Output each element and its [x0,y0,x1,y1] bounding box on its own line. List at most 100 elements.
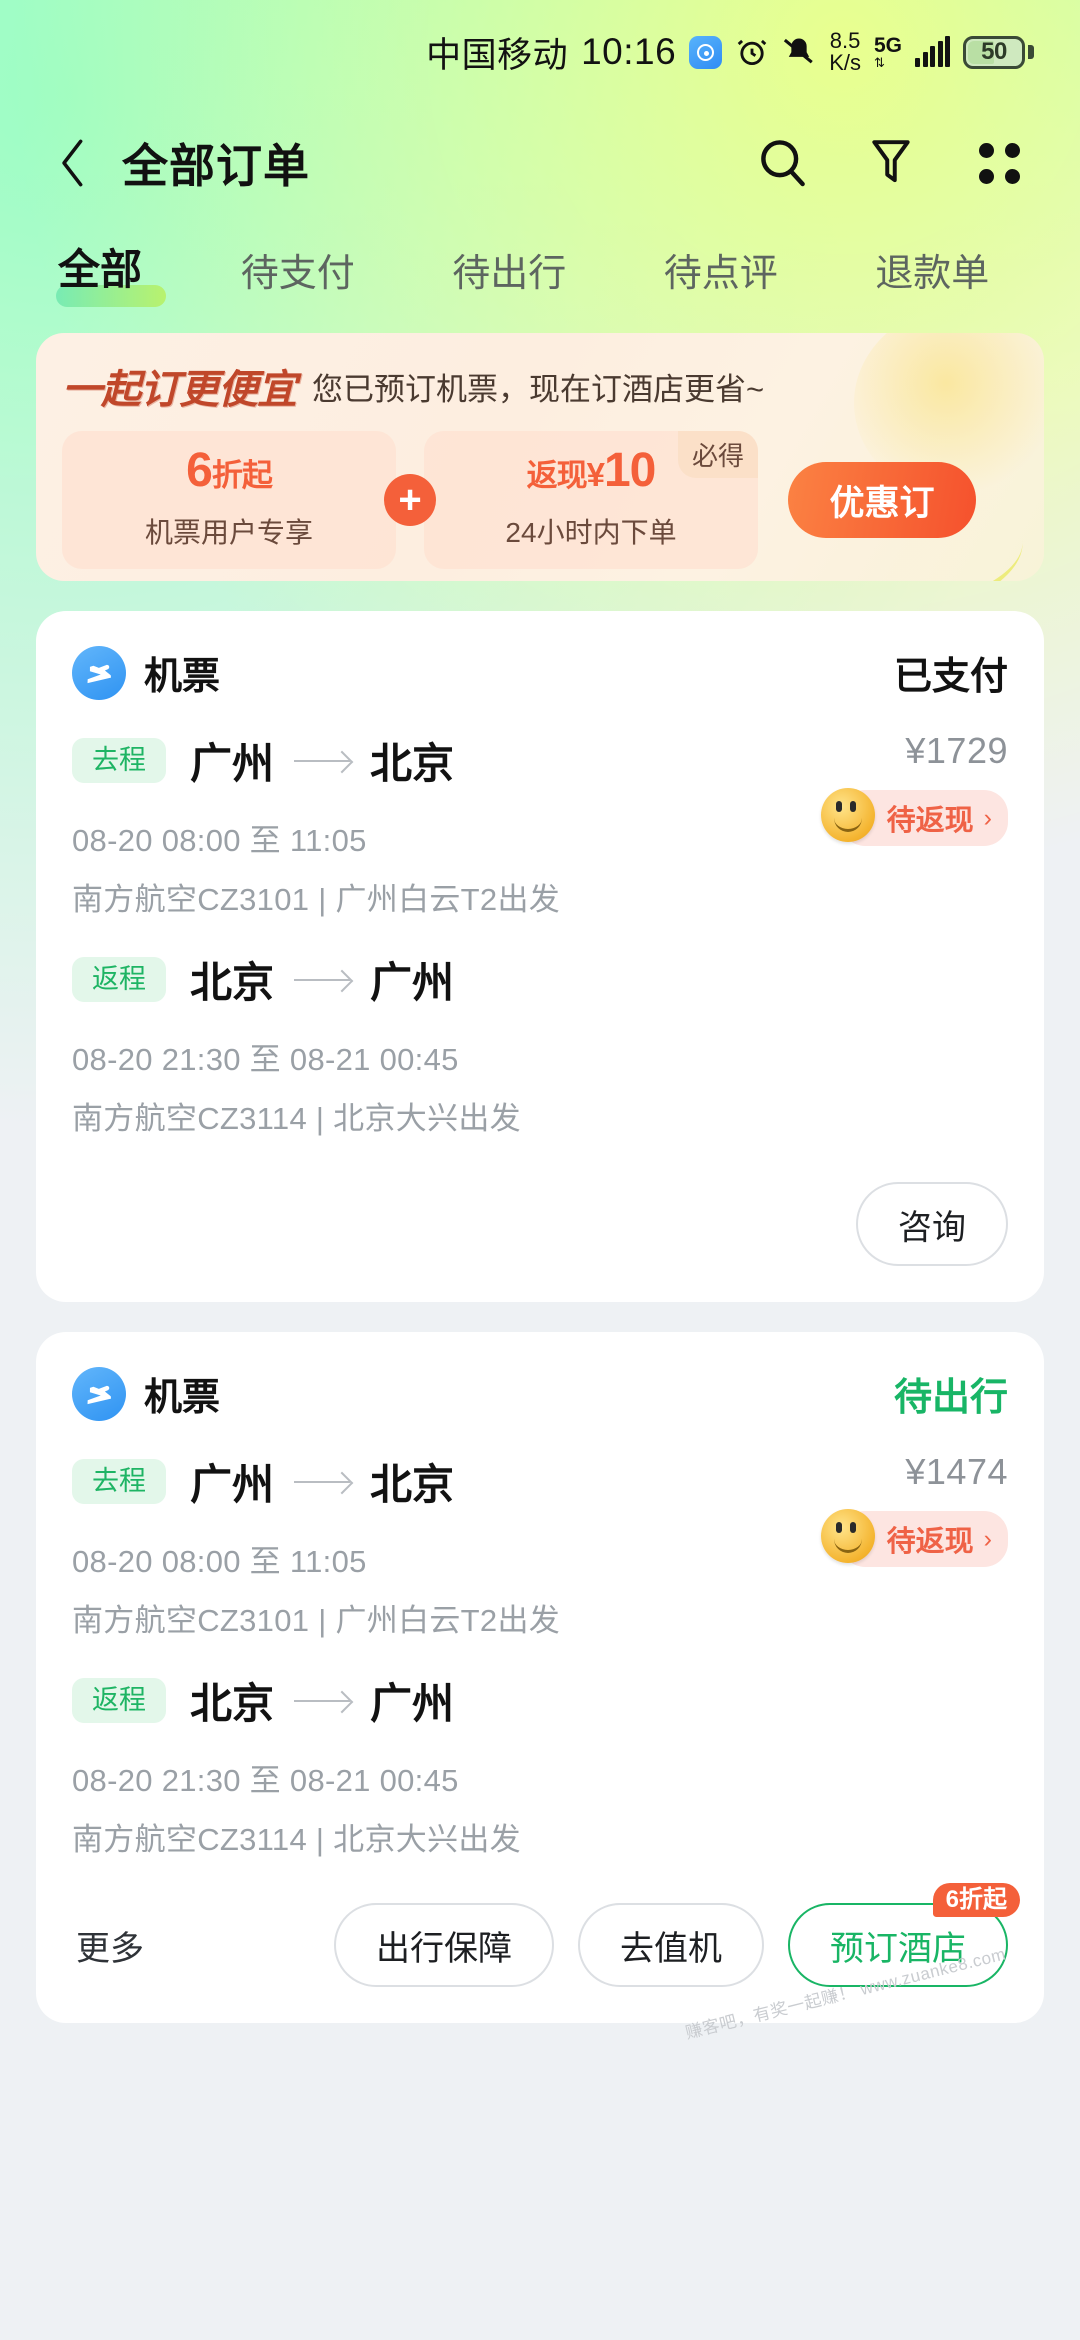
back-button[interactable] [44,133,104,193]
segment-from: 北京 [190,1680,275,1727]
segment-tag: 去程 [72,1459,166,1504]
order-price: ¥1474 [905,1451,1008,1492]
arrow-right-icon [294,1699,351,1702]
chevron-left-icon [62,139,83,187]
promo-banner[interactable]: 一起订更便宜 您已预订机票，现在订酒店更省~ 6折起 机票用户专享 + 必得 返… [36,333,1044,581]
order-actions: 更多 出行保障 去值机 6折起 预订酒店 [72,1883,1020,1987]
alarm-icon [737,39,767,66]
tab-refunds[interactable]: 退款单 [827,242,1039,319]
coin-icon [820,1509,875,1563]
promo-must-get-badge: 必得 [677,431,758,478]
flight-segment: 返程 北京 广州 08-20 21:30 至 08-21 00:45 南方航空C… [72,1670,1008,1859]
carrier-label: 中国移动 [426,35,569,75]
status-bar: 中国移动 10:16 8.5 K/s 5G ⇅ 50 [0,0,1080,104]
coin-icon [820,788,875,842]
segment-time: 08-20 21:30 至 08-21 00:45 [72,1763,459,1798]
tab-upcoming[interactable]: 待出行 [404,242,616,319]
promo-offer-discount: 6折起 机票用户专享 [62,431,396,569]
flight-segment: ¥1729 待返现 › 去程 广州 北京 08-20 08:00 至 11:05… [72,730,1008,919]
order-type-label: 机票 [144,1377,221,1419]
flight-segment: ¥1474 待返现 › 去程 广州 北京 08-20 08:00 至 11:05… [72,1451,1008,1640]
filter-button[interactable] [860,132,922,194]
arrow-right-icon [294,978,351,981]
segment-to: 北京 [370,740,455,787]
network-type-label: 5G [873,34,902,57]
battery-level: 50 [981,38,1007,65]
tab-bar: 全部 待支付 待出行 待点评 退款单 [0,222,1080,319]
tab-to-review[interactable]: 待点评 [615,242,827,319]
mute-bell-icon [784,38,813,64]
nav-bar: 全部订单 [0,104,1080,222]
filter-funnel-icon [872,140,910,183]
tab-label: 退款单 [875,253,990,295]
order-card[interactable]: 机票 已支付 ¥1729 待返现 › 去程 广州 北京 08-20 08:00 … [36,611,1044,1302]
promo-plus-icon: + [384,474,436,526]
promo-cta-button[interactable]: 优惠订 [788,462,976,538]
tab-label: 待出行 [452,253,567,295]
segment-route-row: 返程 北京 广州 [72,1670,1008,1731]
segment-from: 广州 [190,740,275,787]
grid-dots-icon [978,142,1020,184]
consult-button[interactable]: 咨询 [856,1182,1008,1266]
segment-to: 广州 [370,959,455,1006]
cashback-badge[interactable]: 待返现 › [820,1509,1008,1567]
discount-badge: 6折起 [932,1883,1020,1917]
segment-time: 08-20 21:30 至 08-21 00:45 [72,1042,459,1077]
segment-route-row: 返程 北京 广州 [72,949,1008,1010]
tab-label: 待支付 [240,253,355,295]
segment-info: 南方航空CZ3114 | 北京大兴出发 [72,1101,521,1136]
segment-from: 北京 [190,959,275,1006]
check-in-button[interactable]: 去值机 [578,1903,764,1987]
airplane-icon [72,645,126,700]
tab-label: 待点评 [663,253,778,295]
network-speed: 8.5 K/s [829,30,861,74]
segment-route: 广州 北京 [190,1451,454,1512]
chevron-right-icon: › [983,1524,992,1553]
promo-kicker: 一起订更便宜 [62,368,297,412]
order-actions: 咨询 [72,1182,1008,1266]
segment-to: 广州 [370,1680,455,1727]
search-icon [761,140,805,187]
promo-subtitle: 您已预订机票，现在订酒店更省~ [312,371,765,407]
promo-offer-cashback: 必得 返现¥10 24小时内下单 [424,431,758,569]
segment-route: 北京 广州 [190,949,454,1010]
app-badge-icon [689,35,723,69]
tab-label: 全部 [58,246,143,293]
order-type-label: 机票 [144,656,221,698]
signal-bars-icon [915,36,950,67]
clock-label: 10:16 [581,31,677,72]
flight-segment: 返程 北京 广州 08-20 21:30 至 08-21 00:45 南方航空C… [72,949,1008,1138]
promo-header: 一起订更便宜 您已预订机票，现在订酒店更省~ [36,333,1044,415]
order-card-header: 机票 已支付 [72,645,1008,700]
tab-all[interactable]: 全部 [42,236,192,319]
promo-offers: 6折起 机票用户专享 + 必得 返现¥10 24小时内下单 优惠订 [36,415,1044,569]
tab-unpaid[interactable]: 待支付 [192,242,404,319]
arrow-right-icon [294,759,351,762]
network-speed-unit: K/s [829,50,861,75]
order-status-label: 已支付 [893,656,1008,698]
segment-to: 北京 [370,1461,455,1508]
arrow-right-icon [294,1480,351,1483]
chevron-right-icon: › [983,803,992,832]
segment-tag: 返程 [72,957,166,1002]
segment-info: 南方航空CZ3101 | 广州白云T2出发 [72,1603,561,1638]
search-button[interactable] [752,132,814,194]
nav-actions [752,132,1036,194]
order-status-label: 待出行 [893,1377,1008,1419]
travel-protection-button[interactable]: 出行保障 [334,1903,554,1987]
promo-discount-caption: 机票用户专享 [144,517,313,548]
order-price: ¥1729 [905,730,1008,771]
cashback-badge[interactable]: 待返现 › [820,788,1008,846]
more-button[interactable] [968,132,1030,194]
data-arrows-icon: ⇅ [873,55,885,70]
segment-tag: 去程 [72,738,166,783]
segment-route: 北京 广州 [190,1670,454,1731]
cashback-label: 待返现 [886,1526,974,1558]
order-card[interactable]: 机票 待出行 ¥1474 待返现 › 去程 广州 北京 08-20 08:00 … [36,1332,1044,2042]
segment-tag: 返程 [72,1678,166,1723]
more-actions-label[interactable]: 更多 [72,1921,144,1970]
segment-from: 广州 [190,1461,275,1508]
order-card-header: 机票 待出行 [72,1366,1008,1421]
app-root: 中国移动 10:16 8.5 K/s 5G ⇅ 50 全部订单 全部 待支付 待… [0,0,1080,2340]
segment-info: 南方航空CZ3101 | 广州白云T2出发 [72,882,561,917]
